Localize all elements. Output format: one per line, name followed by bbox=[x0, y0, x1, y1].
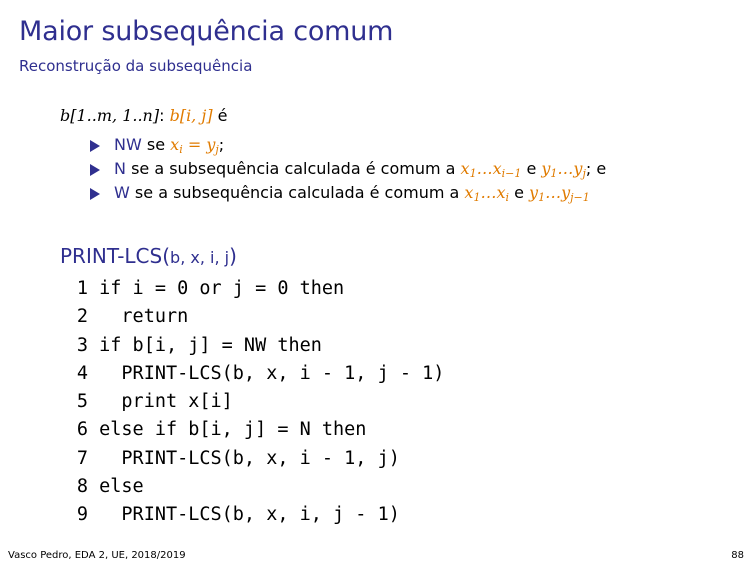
sequence-x: x1…xi−1 bbox=[460, 159, 522, 180]
sequence-x: x1…xi bbox=[464, 183, 509, 204]
definition-line: b[1..m, 1..n]: b[i, j] é bbox=[60, 106, 228, 127]
code-line: 1 if i = 0 or j = 0 then bbox=[72, 275, 444, 303]
code-text: else bbox=[88, 476, 144, 498]
triangle-bullet-icon bbox=[90, 140, 100, 152]
code-line: 8 else bbox=[72, 473, 444, 501]
slide-title: Maior subsequência comum bbox=[19, 16, 394, 47]
list-item-nw: NW se xi = yj; bbox=[88, 133, 606, 157]
code-line: 4 PRINT-LCS(b, x, i - 1, j - 1) bbox=[72, 360, 445, 388]
footer-author: Vasco Pedro, EDA 2, UE, 2018/2019 bbox=[8, 550, 186, 561]
bullet-text: se bbox=[146, 135, 166, 154]
direction-label: W bbox=[114, 183, 130, 202]
slide-subtitle: Reconstrução da subsequência bbox=[19, 57, 253, 75]
slide: Maior subsequência comum Reconstrução da… bbox=[0, 0, 756, 567]
code-text: PRINT-LCS(b, x, i, j - 1) bbox=[88, 504, 400, 526]
code-text: return bbox=[88, 306, 189, 328]
line-number: 4 bbox=[76, 362, 88, 384]
line-number: 7 bbox=[76, 447, 88, 469]
pseudocode-block: 1 if i = 0 or j = 0 then 2 return 3 if b[i… bbox=[72, 275, 445, 530]
code-line: 7 PRINT-LCS(b, x, i - 1, j) bbox=[72, 445, 444, 473]
triangle-bullet-icon bbox=[90, 188, 100, 200]
matrix-entry: b[i, j] bbox=[169, 106, 213, 125]
list-item-n: N se a subsequência calculada é comum a … bbox=[88, 157, 606, 181]
code-line: 9 PRINT-LCS(b, x, i, j - 1) bbox=[72, 501, 444, 529]
line-number: 2 bbox=[76, 306, 88, 328]
code-line: 3 if b[i, j] = NW then bbox=[72, 332, 444, 360]
conjunction: e bbox=[526, 159, 537, 178]
line-number: 5 bbox=[76, 391, 88, 413]
conjunction: e bbox=[514, 183, 524, 202]
code-text: PRINT-LCS(b, x, i - 1, j - 1) bbox=[88, 362, 445, 384]
condition-math: xi = yj bbox=[170, 135, 219, 156]
procedure-name: PRINT-LCS( bbox=[60, 244, 171, 268]
code-text: print x[i] bbox=[88, 391, 233, 413]
bullet-tail: ; e bbox=[585, 159, 607, 178]
line-number: 1 bbox=[76, 278, 88, 299]
line-number: 6 bbox=[76, 419, 88, 441]
line-number: 3 bbox=[76, 334, 88, 356]
procedure-title: PRINT-LCS(b, x, i, j) bbox=[60, 244, 237, 268]
code-line: 2 return bbox=[72, 303, 444, 331]
code-text: PRINT-LCS(b, x, i - 1, j) bbox=[88, 447, 400, 469]
triangle-bullet-icon bbox=[90, 164, 100, 176]
matrix-symbol: b bbox=[60, 106, 71, 125]
direction-list: NW se xi = yj; N se a subsequência calcu… bbox=[88, 133, 606, 205]
direction-label: NW bbox=[114, 135, 142, 154]
bullet-text: se a subsequência calculada é comum a bbox=[134, 183, 460, 202]
line-number: 8 bbox=[76, 476, 88, 498]
direction-label: N bbox=[114, 159, 126, 178]
definition-colon: : bbox=[159, 106, 165, 125]
code-text: if b[i, j] = NW then bbox=[88, 334, 322, 356]
page-number: 88 bbox=[731, 550, 744, 561]
line-number: 9 bbox=[76, 504, 88, 526]
code-line: 5 print x[i] bbox=[72, 388, 444, 416]
bullet-tail: ; bbox=[218, 135, 225, 154]
matrix-range: [1..m, 1..n] bbox=[70, 106, 160, 125]
sequence-y: y1…yj bbox=[541, 159, 586, 180]
list-item-w: W se a subsequência calculada é comum a … bbox=[88, 181, 606, 205]
procedure-close: ) bbox=[229, 244, 237, 268]
code-text: else if b[i, j] = N then bbox=[88, 419, 367, 441]
procedure-args: b, x, i, j bbox=[170, 248, 230, 267]
code-text: if i = 0 or j = 0 then bbox=[88, 278, 345, 299]
code-line: 6 else if b[i, j] = N then bbox=[72, 416, 444, 444]
sequence-y: y1…yj−1 bbox=[529, 183, 590, 204]
definition-verb: é bbox=[217, 106, 228, 125]
bullet-text: se a subsequência calculada é comum a bbox=[131, 159, 456, 178]
